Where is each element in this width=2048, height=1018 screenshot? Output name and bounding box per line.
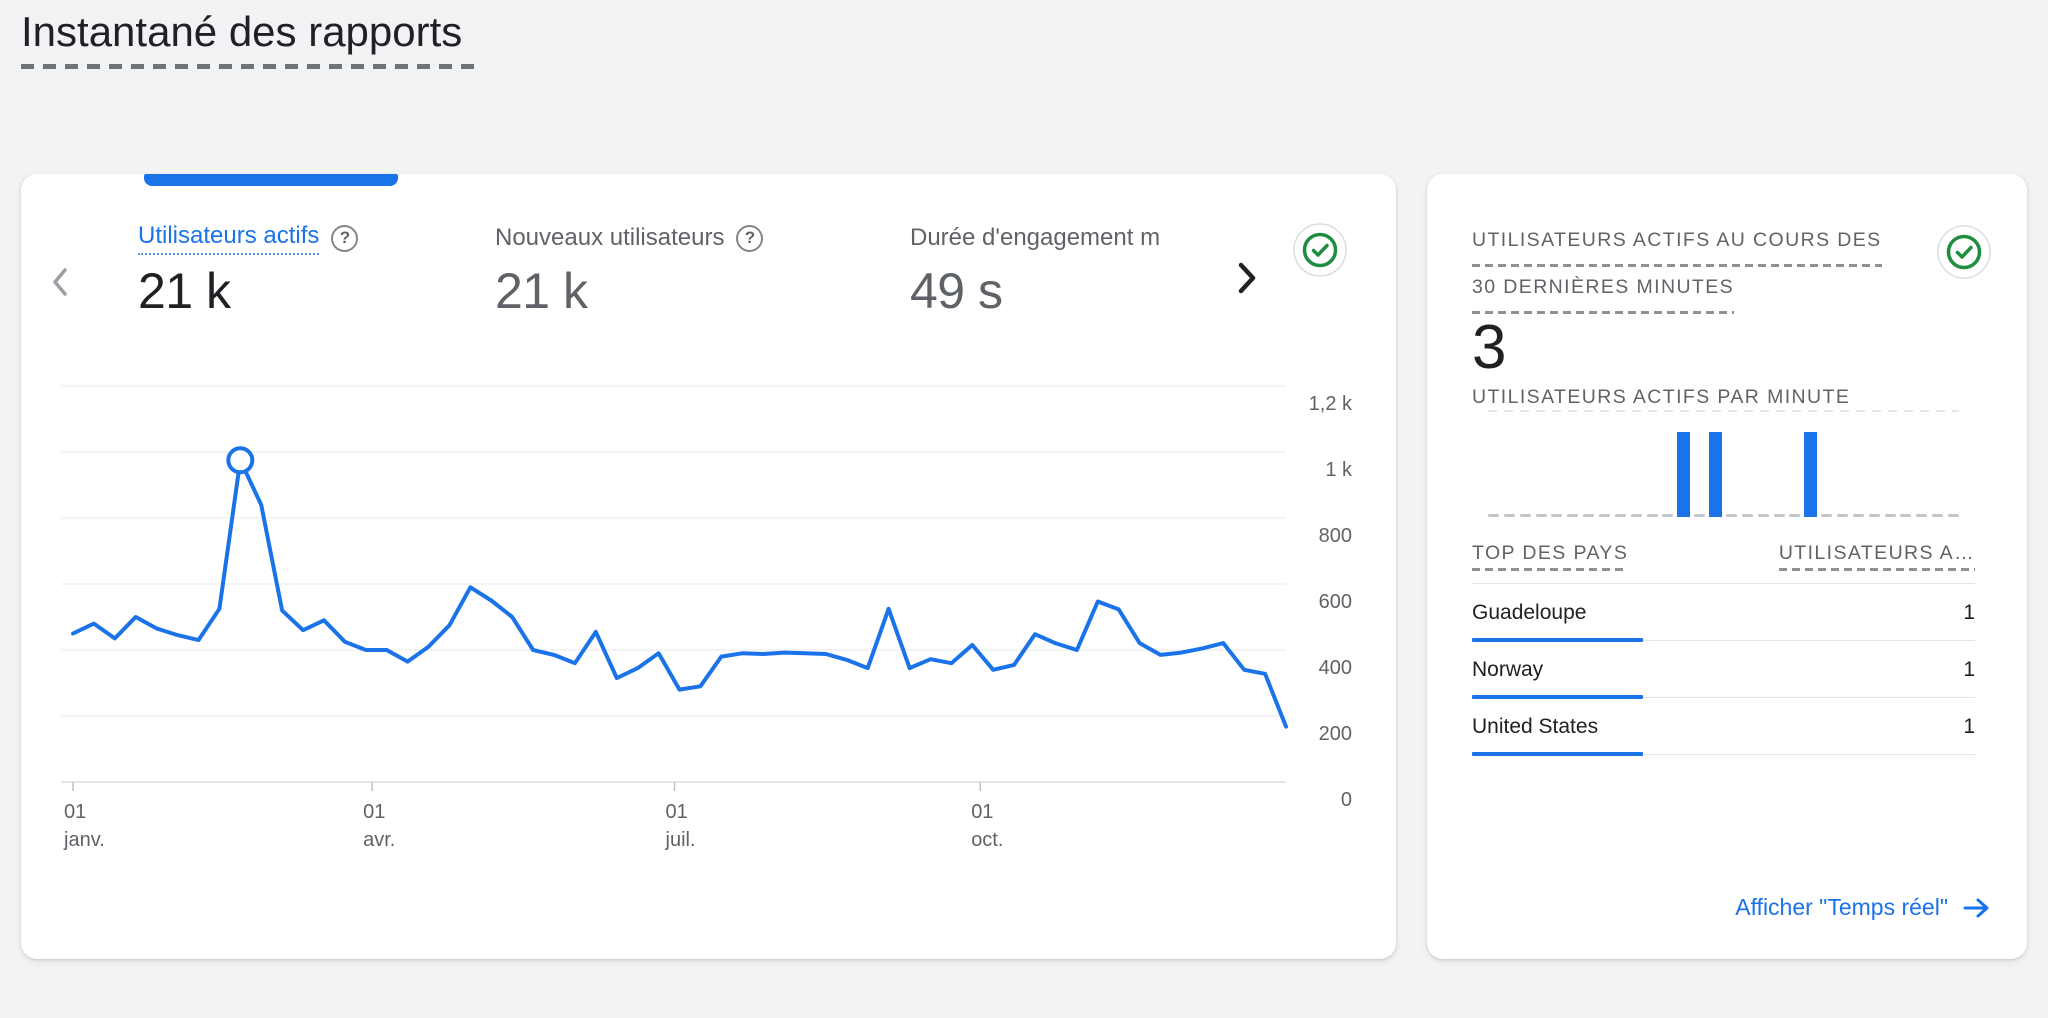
svg-text:200: 200 [1319, 723, 1352, 745]
minute-empty-dash [1916, 514, 1927, 517]
country-users-value: 1 [1963, 658, 1975, 682]
top-countries-table: TOP DES PAYS UTILISATEURS A… Guadeloupe 1… [1472, 542, 1975, 755]
svg-text:juil.: juil. [665, 829, 696, 851]
page-title-dashed-underline [21, 64, 474, 69]
minute-empty-dash [1551, 514, 1562, 517]
minute-empty-dash [1662, 514, 1673, 517]
minute-empty-dash [1599, 514, 1610, 517]
minute-empty-dash [1900, 514, 1911, 517]
reports-snapshot-page: Instantané des rapports Utilisateurs act… [0, 0, 2048, 1018]
arrow-right-icon [1962, 896, 1990, 920]
svg-text:01: 01 [666, 801, 688, 823]
svg-text:01: 01 [363, 801, 385, 823]
minute-empty-dash [1536, 514, 1547, 517]
svg-text:1 k: 1 k [1325, 459, 1353, 481]
country-name: Norway [1472, 658, 1543, 682]
minute-empty-dash [1742, 514, 1753, 517]
minute-bar [1677, 432, 1690, 517]
country-row: Norway 1 [1472, 641, 1975, 698]
minute-empty-dash [1821, 514, 1832, 517]
minute-empty-dash [1567, 514, 1578, 517]
minute-empty-dash [1869, 514, 1880, 517]
country-share-bar [1472, 752, 1643, 756]
minute-empty-dash [1583, 514, 1594, 517]
view-realtime-label: Afficher "Temps réel" [1735, 894, 1948, 921]
minute-empty-dash [1488, 514, 1499, 517]
svg-text:1,2 k: 1,2 k [1309, 393, 1353, 415]
country-row: United States 1 [1472, 698, 1975, 755]
svg-text:oct.: oct. [971, 829, 1003, 851]
svg-text:avr.: avr. [363, 829, 395, 851]
svg-text:600: 600 [1319, 591, 1352, 613]
svg-text:01: 01 [971, 801, 993, 823]
minute-empty-dash [1694, 514, 1705, 517]
minute-empty-dash [1948, 514, 1959, 517]
active-users-count: 3 [1472, 312, 1506, 383]
minute-bar [1804, 432, 1817, 517]
users-per-minute-chart [1488, 406, 1959, 517]
minute-empty-dash [1758, 514, 1769, 517]
minute-empty-dash [1774, 514, 1785, 517]
top-countries-rows: Guadeloupe 1 Norway 1 United States 1 [1472, 584, 1975, 755]
minute-chart-maxline [1488, 410, 1959, 412]
minute-empty-dash [1885, 514, 1896, 517]
active-users-trend-chart: 1,2 k 1 k 800 600 400 200 0 01 janv. 01 avr. 01 juil… [21, 174, 1396, 894]
column-header-users: UTILISATEURS A… [1779, 542, 1975, 571]
minute-empty-dash [1932, 514, 1943, 517]
realtime-card: UTILISATEURS ACTIFS AU COURS DES 30 DERN… [1427, 174, 2027, 959]
minute-empty-dash [1520, 514, 1531, 517]
country-users-value: 1 [1963, 715, 1975, 739]
minute-empty-dash [1631, 514, 1642, 517]
minute-empty-dash [1504, 514, 1515, 517]
view-realtime-link[interactable]: Afficher "Temps réel" [1735, 894, 1990, 921]
realtime-title: UTILISATEURS ACTIFS AU COURS DES 30 DERN… [1472, 220, 1882, 314]
country-row: Guadeloupe 1 [1472, 584, 1975, 641]
minute-empty-dash [1726, 514, 1737, 517]
country-name: Guadeloupe [1472, 601, 1586, 625]
minute-empty-dash [1837, 514, 1848, 517]
country-users-value: 1 [1963, 601, 1975, 625]
svg-text:janv.: janv. [63, 829, 105, 851]
realtime-title-line2: 30 DERNIÈRES MINUTES [1472, 267, 1734, 314]
column-header-country: TOP DES PAYS [1472, 542, 1628, 571]
svg-text:0: 0 [1341, 789, 1352, 811]
minute-empty-dash [1615, 514, 1626, 517]
minute-bar [1709, 432, 1722, 517]
check-circle-icon [1937, 225, 1991, 279]
svg-text:01: 01 [64, 801, 86, 823]
page-title: Instantané des rapports [21, 8, 462, 56]
minute-empty-dash [1789, 514, 1800, 517]
data-quality-badge[interactable] [1937, 225, 1991, 284]
minute-empty-dash [1853, 514, 1864, 517]
svg-text:800: 800 [1319, 525, 1352, 547]
realtime-title-line1: UTILISATEURS ACTIFS AU COURS DES [1472, 220, 1882, 267]
svg-text:400: 400 [1319, 657, 1352, 679]
minute-empty-dash [1647, 514, 1658, 517]
country-name: United States [1472, 715, 1598, 739]
overview-card: Utilisateurs actifs 21 k Nouveaux utilis… [21, 174, 1396, 959]
